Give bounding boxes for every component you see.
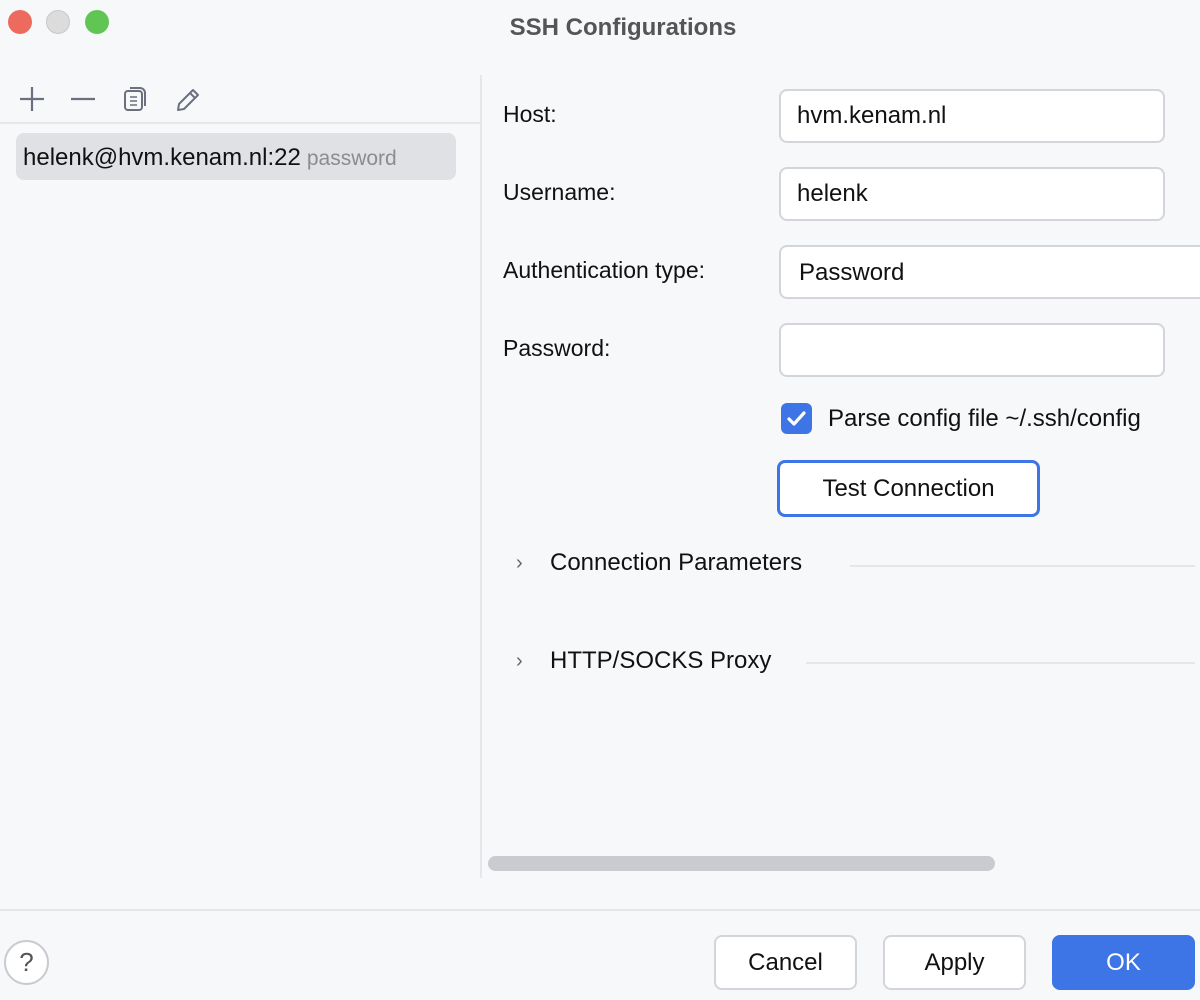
proxy-title: HTTP/SOCKS Proxy xyxy=(550,647,771,675)
section-divider xyxy=(806,662,1195,664)
edit-icon[interactable] xyxy=(173,84,203,114)
connection-parameters-title: Connection Parameters xyxy=(550,549,802,577)
username-input[interactable] xyxy=(779,167,1165,221)
host-input[interactable] xyxy=(779,89,1165,143)
panel-divider xyxy=(480,75,482,878)
apply-button[interactable]: Apply xyxy=(883,935,1026,990)
chevron-right-icon: › xyxy=(516,552,538,575)
test-connection-button[interactable]: Test Connection xyxy=(777,460,1040,517)
list-item[interactable]: helenk@hvm.kenam.nl:22 password xyxy=(16,133,456,180)
parse-config-label: Parse config file ~/.ssh/config xyxy=(828,405,1141,433)
ok-button[interactable]: OK xyxy=(1052,935,1195,990)
footer-divider xyxy=(0,909,1200,911)
copy-icon[interactable] xyxy=(121,84,151,114)
help-button[interactable]: ? xyxy=(4,940,49,985)
chevron-right-icon: › xyxy=(516,650,538,673)
connection-parameters-toggle[interactable]: › Connection Parameters xyxy=(516,549,802,577)
section-divider xyxy=(850,565,1195,567)
plus-icon[interactable] xyxy=(17,84,47,114)
password-label: Password: xyxy=(503,335,610,362)
password-input[interactable] xyxy=(779,323,1165,377)
ssh-config-auth: password xyxy=(307,147,397,170)
horizontal-scrollbar[interactable] xyxy=(488,856,995,871)
window-title: SSH Configurations xyxy=(0,14,1200,42)
ssh-config-name: helenk@hvm.kenam.nl:22 xyxy=(23,144,301,171)
proxy-toggle[interactable]: › HTTP/SOCKS Proxy xyxy=(516,647,771,675)
host-label: Host: xyxy=(503,101,557,128)
auth-type-select[interactable]: Password xyxy=(779,245,1200,299)
username-label: Username: xyxy=(503,179,615,206)
toolbar-divider xyxy=(0,122,480,124)
parse-config-checkbox[interactable] xyxy=(781,403,812,434)
checkmark-icon xyxy=(781,403,812,434)
minus-icon[interactable] xyxy=(68,84,98,114)
cancel-button[interactable]: Cancel xyxy=(714,935,857,990)
auth-type-label: Authentication type: xyxy=(503,257,705,284)
auth-type-value: Password xyxy=(799,259,904,286)
